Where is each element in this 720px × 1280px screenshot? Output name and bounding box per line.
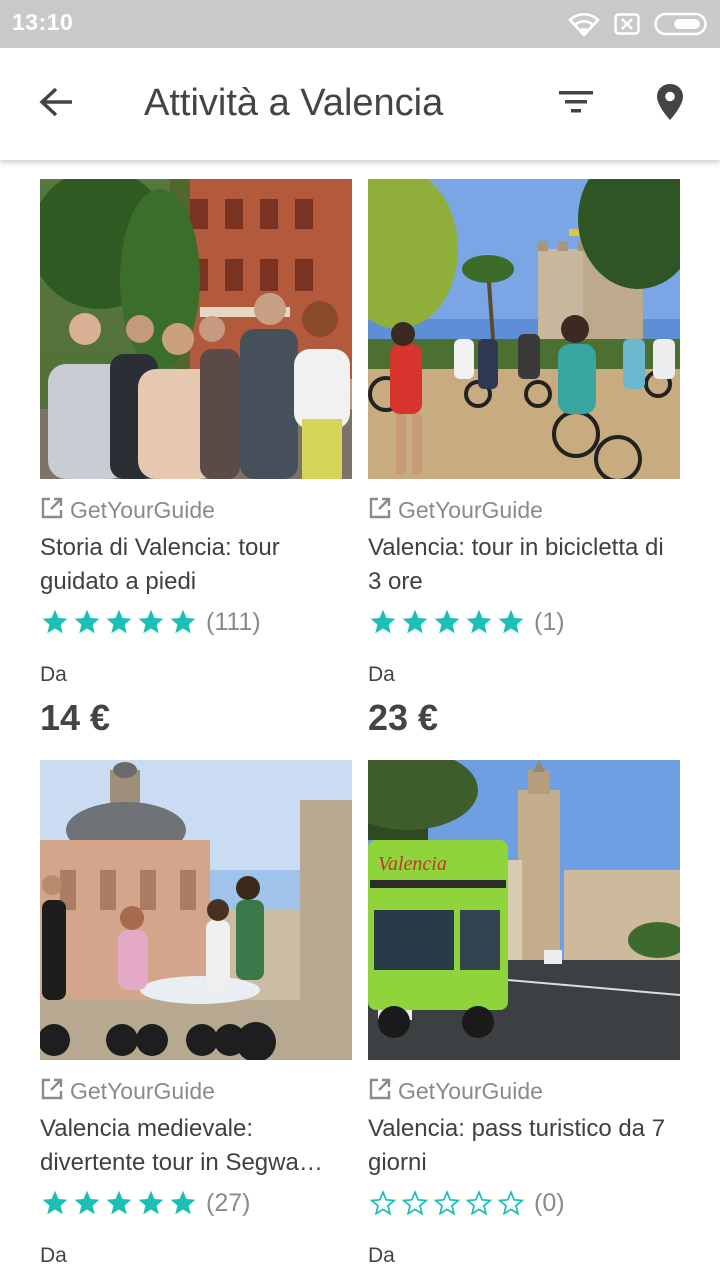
price-label: Da [368,1244,395,1267]
provider-row: GetYourGuide [40,497,352,523]
activity-title: Valencia: pass turistico da 7 giorni [368,1115,666,1176]
price: 14 € [40,697,111,738]
rating-row: (0) [368,1186,680,1220]
page-title: Attività a Valencia [144,82,444,124]
activity-card[interactable]: GetYourGuide Storia di Valencia: tour gu… [40,179,352,739]
back-arrow-icon [38,86,74,123]
activities-grid: GetYourGuide Storia di Valencia: tour gu… [0,160,720,1280]
review-count: (27) [206,1188,251,1217]
star-filled-icon [170,609,196,634]
star-filled-icon [370,609,396,634]
activity-photo [40,760,352,1060]
star-outline-icon [401,1189,429,1216]
activity-title: Storia di Valencia: tour guidato a piedi [40,534,280,595]
provider-name: GetYourGuide [398,1077,543,1104]
activity-photo [368,179,680,479]
star-filled-icon [106,609,132,634]
activity-photo [40,179,352,479]
sim-missing-icon [614,13,640,35]
provider-row: GetYourGuide [368,497,680,523]
activity-title: Valencia medievale: divertente tour in S… [40,1115,323,1176]
star-filled-icon [402,609,428,634]
review-count: (0) [534,1188,565,1217]
star-outline-icon [369,1189,397,1216]
price-label: Da [40,663,67,686]
external-link-icon [40,496,64,525]
star-filled-icon [74,609,100,634]
review-count: (1) [534,607,565,636]
provider-row: GetYourGuide [40,1078,352,1104]
status-bar: 13:10 [0,0,720,48]
price-label: Da [368,663,395,686]
review-count: (111) [206,607,261,636]
price: 23 € [368,697,439,738]
star-outline-icon [433,1189,461,1216]
star-filled-icon [170,1190,196,1215]
star-outline-icon [465,1189,493,1216]
star-outline-icon [497,1189,525,1216]
star-filled-icon [466,609,492,634]
star-filled-icon [42,1190,68,1215]
provider-name: GetYourGuide [398,496,543,523]
map-pin-icon [656,83,684,126]
battery-icon [654,12,708,36]
activity-card[interactable]: Valencia GetYourGuide Valencia: pass tur… [368,760,680,1268]
star-filled-icon [138,609,164,634]
star-filled-icon [42,609,68,634]
back-button[interactable] [28,84,84,124]
app-bar: Attività a Valencia [0,48,720,160]
star-rating [368,1189,526,1217]
external-link-icon [368,1077,392,1106]
svg-text:Valencia: Valencia [378,853,447,875]
activity-card[interactable]: GetYourGuide Valencia medievale: diverte… [40,760,352,1268]
status-icons [568,10,708,38]
star-filled-icon [106,1190,132,1215]
provider-name: GetYourGuide [70,496,215,523]
wifi-icon [568,11,600,37]
filter-button[interactable] [552,82,600,126]
star-rating [40,1189,198,1217]
star-filled-icon [74,1190,100,1215]
activity-card[interactable]: GetYourGuide Valencia: tour in biciclett… [368,179,680,739]
star-filled-icon [434,609,460,634]
filter-icon [559,89,593,120]
activity-photo: Valencia [368,760,680,1060]
external-link-icon [40,1077,64,1106]
price-label: Da [40,1244,67,1267]
activity-title: Valencia: tour in bicicletta di 3 ore [368,534,664,595]
star-rating [368,608,526,636]
star-filled-icon [498,609,524,634]
provider-name: GetYourGuide [70,1077,215,1104]
star-rating [40,608,198,636]
rating-row: (1) [368,605,680,639]
rating-row: (111) [40,605,352,639]
map-button[interactable] [646,82,694,126]
rating-row: (27) [40,1186,352,1220]
external-link-icon [368,496,392,525]
status-time: 13:10 [12,9,74,35]
provider-row: GetYourGuide [368,1078,680,1104]
star-filled-icon [138,1190,164,1215]
